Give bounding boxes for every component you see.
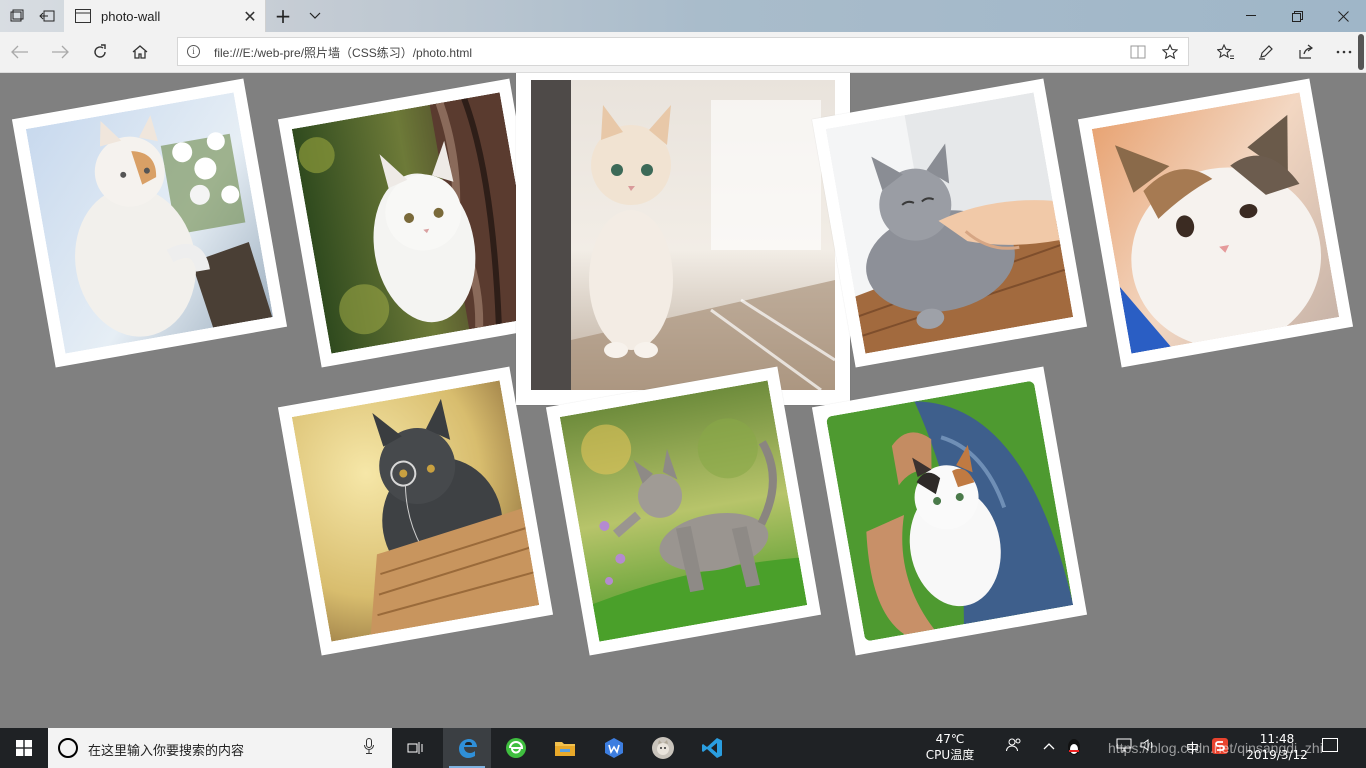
edge-icon[interactable]: [443, 728, 491, 768]
cpu-temp-value: 47℃: [935, 732, 965, 746]
photo-grey-cat-hand[interactable]: [811, 78, 1088, 368]
taskbar-search[interactable]: 在这里输入你要搜索的内容: [48, 728, 392, 768]
chevron-down-icon[interactable]: [300, 0, 330, 32]
people-icon[interactable]: [1006, 738, 1022, 756]
minimize-button[interactable]: [1228, 0, 1274, 32]
back-arrow-icon[interactable]: [0, 36, 40, 68]
photo-cat-flowers[interactable]: [11, 78, 288, 368]
photo-image: [291, 380, 540, 642]
photo-image: [291, 92, 540, 354]
favorites-icon[interactable]: [1206, 36, 1246, 68]
photo-cat-tree[interactable]: [277, 78, 554, 368]
clock[interactable]: 11:48 2019/3/12: [1244, 731, 1310, 763]
title-bar: photo-wall ✕ +: [0, 0, 1366, 32]
browser-360-icon[interactable]: [492, 728, 540, 768]
cortana-icon[interactable]: [58, 738, 78, 758]
windows-start-icon[interactable]: [0, 728, 48, 768]
chevron-up-icon[interactable]: [1043, 738, 1055, 754]
cpu-temp-label: CPU温度: [925, 748, 975, 762]
home-icon[interactable]: [120, 36, 160, 68]
wps-icon[interactable]: [590, 728, 638, 768]
tab-title: photo-wall: [101, 8, 161, 24]
forward-arrow-icon[interactable]: [40, 36, 80, 68]
tab-photo-wall[interactable]: photo-wall ✕: [64, 0, 266, 32]
pen-icon[interactable]: [1246, 36, 1286, 68]
taskbar: 在这里输入你要搜索的内容 47℃ CPU温度 中 https://blog.cs…: [0, 728, 1366, 768]
notification-icon[interactable]: [1322, 738, 1338, 752]
photo-image: [826, 380, 1074, 641]
microphone-icon[interactable]: [364, 738, 374, 758]
photo-app-icon[interactable]: [639, 728, 687, 768]
photo-image: [559, 380, 808, 642]
photo-cat-sitting[interactable]: [516, 73, 850, 405]
qq-icon[interactable]: [1066, 738, 1082, 760]
photo-cat-grass[interactable]: [545, 366, 822, 656]
restore-button[interactable]: [1274, 0, 1320, 32]
photo-image: [531, 80, 835, 390]
tab-list-icon[interactable]: [2, 0, 32, 32]
reading-view-icon[interactable]: [1128, 42, 1148, 62]
new-tab-icon[interactable]: +: [268, 0, 298, 32]
clock-date: 2019/3/12: [1246, 748, 1308, 762]
photo-image: [25, 92, 274, 354]
photo-cat-monocle[interactable]: [277, 366, 554, 656]
task-view-icon[interactable]: [392, 728, 440, 768]
vscode-icon[interactable]: [688, 728, 736, 768]
file-explorer-icon[interactable]: [541, 728, 589, 768]
url-text[interactable]: file:///E:/web-pre/照片墙（CSS练习）/photo.html: [214, 44, 472, 61]
photo-image: [1091, 92, 1340, 354]
photo-wall-page: [0, 73, 1366, 728]
set-aside-tabs-icon[interactable]: [32, 0, 62, 32]
search-placeholder: 在这里输入你要搜索的内容: [88, 744, 245, 759]
photo-image: [825, 92, 1074, 354]
refresh-icon[interactable]: [80, 36, 120, 68]
address-bar[interactable]: i file:///E:/web-pre/照片墙（CSS练习）/photo.ht…: [177, 37, 1189, 66]
info-icon[interactable]: i: [187, 45, 200, 58]
close-tab-icon[interactable]: ✕: [235, 7, 265, 26]
clock-time: 11:48: [1259, 732, 1295, 746]
page-icon: [75, 9, 91, 23]
star-icon[interactable]: [1160, 42, 1180, 62]
photo-cat-closeup[interactable]: [1077, 78, 1354, 368]
cpu-temperature[interactable]: 47℃ CPU温度: [918, 731, 982, 763]
share-icon[interactable]: [1286, 36, 1326, 68]
close-window-button[interactable]: [1320, 0, 1366, 32]
photo-cat-lap[interactable]: [811, 366, 1088, 656]
scrollbar[interactable]: [1358, 34, 1364, 70]
